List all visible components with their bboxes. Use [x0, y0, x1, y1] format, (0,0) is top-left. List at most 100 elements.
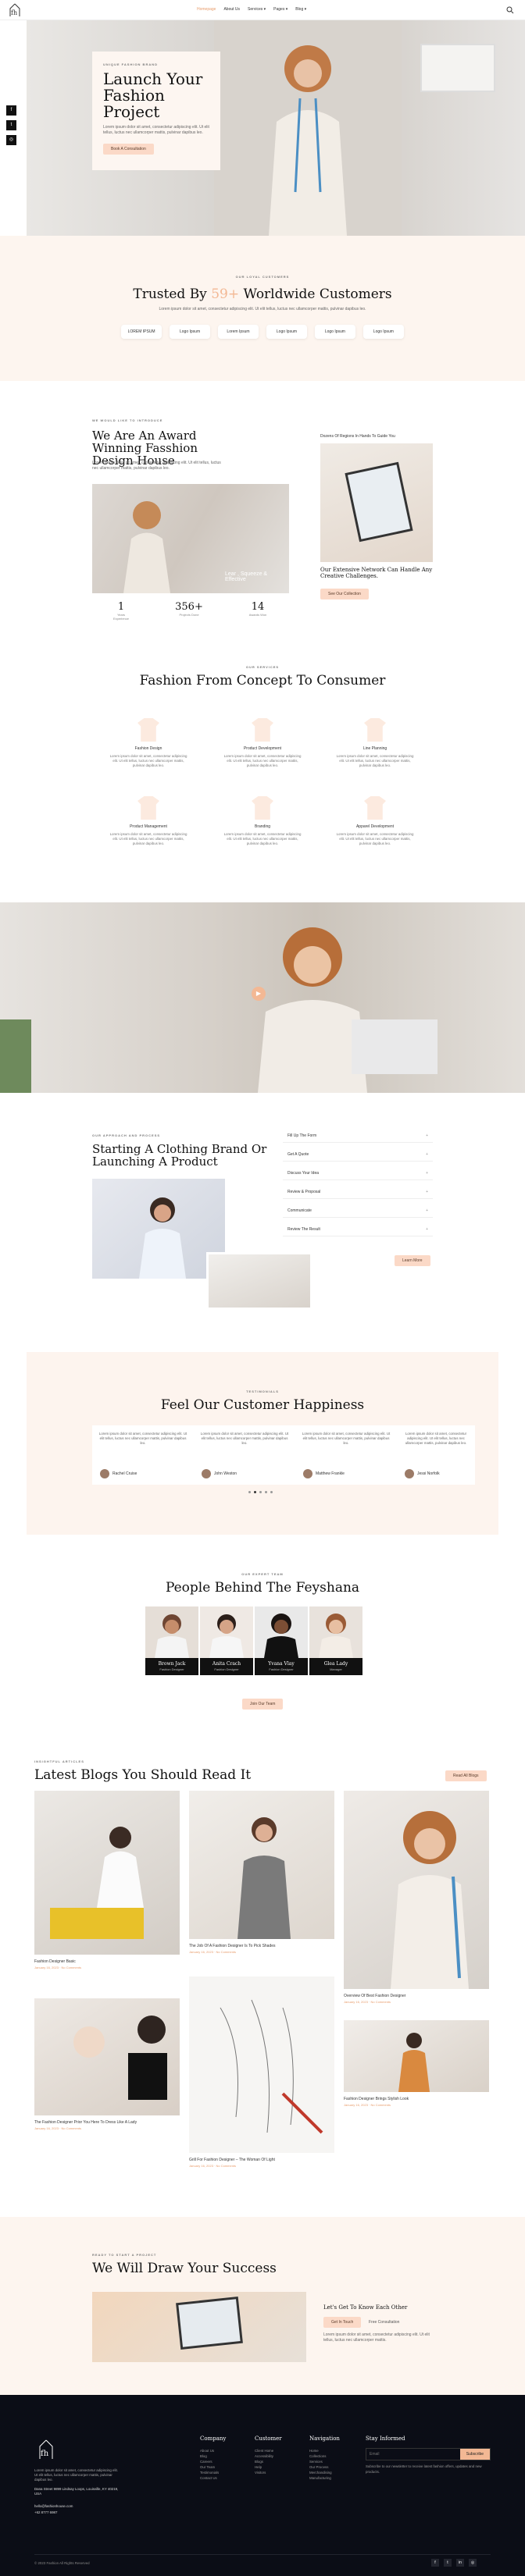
blog-image[interactable]	[189, 1976, 334, 2153]
carousel-dots[interactable]	[248, 1491, 273, 1493]
free-consultation-link[interactable]: Free Consultation	[369, 2320, 399, 2325]
play-icon[interactable]: ▶	[252, 987, 266, 1001]
accordion-item[interactable]: Review & Proposal	[283, 1185, 433, 1199]
nav-item-about[interactable]: About Us	[223, 7, 240, 12]
footer-link[interactable]: Home	[309, 2448, 340, 2453]
nav-item-blog[interactable]: Blog ▾	[295, 7, 306, 12]
read-all-blogs-button[interactable]: Read All Blogs	[445, 1770, 487, 1781]
newsletter-form: Subscribe	[366, 2448, 491, 2460]
footer-link[interactable]: Blogs	[255, 2459, 282, 2464]
shirt-icon	[364, 796, 386, 820]
footer-link[interactable]: Testimonials	[200, 2470, 226, 2475]
subscribe-button[interactable]: Subscribe	[459, 2449, 490, 2460]
testimonial-card: Lorem ipsum dolor sit amet, consectetur …	[397, 1425, 475, 1485]
footer-link[interactable]: Our Team	[200, 2464, 226, 2470]
brand-logo[interactable]: fh	[6, 2, 23, 18]
trusted-text: Lorem ipsum dolor sit amet, consectetur …	[159, 307, 366, 311]
accordion-item[interactable]: Get A Quote	[283, 1147, 433, 1162]
process-kicker: Our Services	[245, 665, 280, 669]
avatar	[100, 1469, 109, 1478]
hero-photo	[214, 20, 402, 236]
site-footer: fh Lorem ipsum dolor sit amet, consectet…	[0, 2395, 525, 2576]
award-text: Lorem ipsum dolor sit amet, consectetur …	[92, 461, 221, 471]
footer-link[interactable]: Services	[309, 2459, 340, 2464]
collection-button[interactable]: See Our Collection	[320, 589, 369, 600]
instagram-icon[interactable]: ◎	[6, 135, 16, 145]
shirt-icon	[364, 718, 386, 742]
footer-link[interactable]: About Us	[200, 2448, 226, 2453]
twitter-icon[interactable]: t	[6, 120, 16, 130]
client-logo: LOREM IPSUM	[121, 325, 162, 339]
footer-link[interactable]: Contact Us	[200, 2475, 226, 2481]
blog-title[interactable]: The Fashion Designer Prior You Here To D…	[34, 2120, 180, 2125]
twitter-icon[interactable]: t	[444, 2559, 452, 2567]
blog-title[interactable]: Fashion Designer Brings Stylish Look	[344, 2097, 489, 2101]
footer-link[interactable]: Client Home	[255, 2448, 282, 2453]
approach-photo-team	[92, 1179, 225, 1279]
footer-link[interactable]: Careers	[200, 2459, 226, 2464]
footer-column-navigation: Navigation Home Collections Services Our…	[309, 2435, 340, 2481]
footer-link[interactable]: Collections	[309, 2453, 340, 2459]
blog-meta: January 16, 2023 · No Comments	[189, 1950, 237, 1954]
team-member-card[interactable]: Brown Jack Fashion Designer	[145, 1606, 198, 1675]
footer-link[interactable]: Merchandising	[309, 2470, 340, 2475]
facebook-icon[interactable]: f	[6, 105, 16, 116]
accordion-item[interactable]: Communicate	[283, 1204, 433, 1218]
footer-social: f t in ◎	[431, 2559, 477, 2567]
accordion-item[interactable]: Discuss Your Idea	[283, 1166, 433, 1180]
accordion-item[interactable]: Review The Result	[283, 1222, 433, 1236]
avatar	[303, 1469, 312, 1478]
footer-logo[interactable]: fh	[34, 2439, 58, 2462]
facebook-icon[interactable]: f	[431, 2559, 439, 2567]
blog-title[interactable]: The Job Of A Fashion Designer Is To Pick…	[189, 1944, 334, 1948]
blog-meta: January 16, 2023 · No Comments	[189, 2164, 237, 2168]
nav-item-services[interactable]: Services ▾	[248, 7, 266, 12]
footer-email[interactable]: hello@fashionhouse.com	[34, 2504, 73, 2508]
footer-link[interactable]: Blog	[200, 2453, 226, 2459]
client-logo: Logo Ipsum	[266, 325, 307, 339]
blog-title[interactable]: Overview Of Best Fashion Designer	[344, 1994, 489, 1998]
nav-item-home[interactable]: Homepage	[197, 7, 216, 12]
footer-link[interactable]: Accessibility	[255, 2453, 282, 2459]
blog-image[interactable]	[34, 1791, 180, 1955]
linkedin-icon[interactable]: in	[456, 2559, 464, 2567]
team-member-card[interactable]: Yvana Vlay Fashion Designer	[255, 1606, 308, 1675]
join-team-button[interactable]: Join Our Team	[242, 1699, 284, 1710]
get-in-touch-button[interactable]: Get In Touch	[323, 2317, 362, 2328]
team-member-card[interactable]: Anita Crach Fashion Designer	[200, 1606, 253, 1675]
footer-phone[interactable]: +62 8777 6987	[34, 2510, 57, 2514]
learn-more-button[interactable]: Learn More	[395, 1255, 430, 1266]
newsletter-email-input[interactable]	[366, 2449, 460, 2460]
tablet-sketch-photo	[320, 443, 433, 562]
blog-image[interactable]	[189, 1791, 334, 1939]
footer-link[interactable]: Our Process	[309, 2464, 340, 2470]
nav-item-pages[interactable]: Pages ▾	[273, 7, 288, 12]
blog-title[interactable]: Grill For Fashion Designer – The Woman O…	[189, 2158, 334, 2162]
footer-column-company: Company About Us Blog Careers Our Team T…	[200, 2435, 227, 2481]
trusted-count: 59+	[211, 286, 240, 302]
footer-link[interactable]: Visitors	[255, 2470, 282, 2475]
blog-image[interactable]	[34, 1998, 180, 2115]
footer-link[interactable]: Help	[255, 2464, 282, 2470]
shirt-icon	[252, 796, 273, 820]
search-icon[interactable]	[506, 6, 514, 14]
instagram-icon[interactable]: ◎	[469, 2559, 477, 2567]
client-logo: Logo Ipsum	[170, 325, 211, 339]
process-item: Product Management Lorem ipsum dolor sit …	[109, 796, 188, 846]
consultation-button[interactable]: Book A Consultation	[103, 144, 154, 155]
blog-title[interactable]: Fashion Designer Basic	[34, 1959, 180, 1964]
blog-meta: January 16, 2023 · No Comments	[344, 2000, 391, 2004]
client-logo: Lorem Ipsum	[218, 325, 259, 339]
footer-link[interactable]: Manufacturing	[309, 2475, 340, 2481]
process-item: Fashion Design Lorem ipsum dolor sit amet…	[109, 718, 188, 768]
award-kicker: We Would Like To Introduce	[92, 418, 163, 422]
team-kicker: Our Expert Team	[241, 1572, 284, 1576]
blog-image[interactable]	[344, 1791, 489, 1989]
avatar	[202, 1469, 211, 1478]
process-item: Apparel Development Lorem ipsum dolor sit…	[336, 796, 414, 846]
accordion-item[interactable]: Fill Up The Form	[283, 1129, 433, 1143]
team-member-card[interactable]: Glea Lady Manager	[309, 1606, 362, 1675]
social-bar: f t ◎	[6, 105, 16, 145]
cta-photo	[92, 2292, 306, 2362]
blog-image[interactable]	[344, 2020, 489, 2092]
